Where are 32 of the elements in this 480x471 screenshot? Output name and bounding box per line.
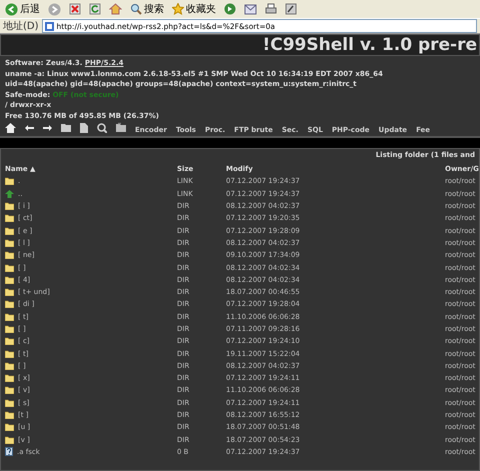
folder-icon <box>5 177 14 186</box>
stop-icon <box>69 3 81 15</box>
address-label: 地址(D) <box>3 20 39 33</box>
refresh-button[interactable] <box>87 1 103 17</box>
search-button[interactable]: 搜索 <box>128 1 166 17</box>
search-icon[interactable] <box>97 122 107 132</box>
favorites-icon <box>172 3 184 15</box>
print-icon <box>265 3 277 15</box>
home-button[interactable] <box>107 1 124 17</box>
media-icon <box>224 3 236 15</box>
back-icon <box>5 2 18 16</box>
page-icon <box>44 22 54 30</box>
file-icon <box>5 447 13 456</box>
search-icon <box>130 3 142 15</box>
edit-button[interactable] <box>283 1 299 17</box>
folder-icon[interactable] <box>61 123 71 132</box>
favorites-button[interactable]: 收藏夹 <box>170 1 218 17</box>
up-arrow-icon <box>5 190 14 198</box>
home-icon <box>109 3 122 15</box>
forward-arrow-icon[interactable] <box>43 124 52 130</box>
mail-icon <box>244 4 257 14</box>
media-button[interactable] <box>222 1 238 17</box>
forward-icon <box>48 2 61 16</box>
edit-icon <box>285 3 297 15</box>
folders-icon[interactable] <box>116 123 126 132</box>
back-button[interactable]: 后退 <box>3 1 42 17</box>
refresh-icon <box>89 3 101 15</box>
back-arrow-icon[interactable] <box>25 124 34 130</box>
document-icon[interactable] <box>80 122 88 132</box>
shell-title: !C99Shell v. 1.0 pre-re <box>262 35 477 55</box>
home-icon[interactable] <box>5 122 16 132</box>
stop-button[interactable] <box>67 1 83 17</box>
